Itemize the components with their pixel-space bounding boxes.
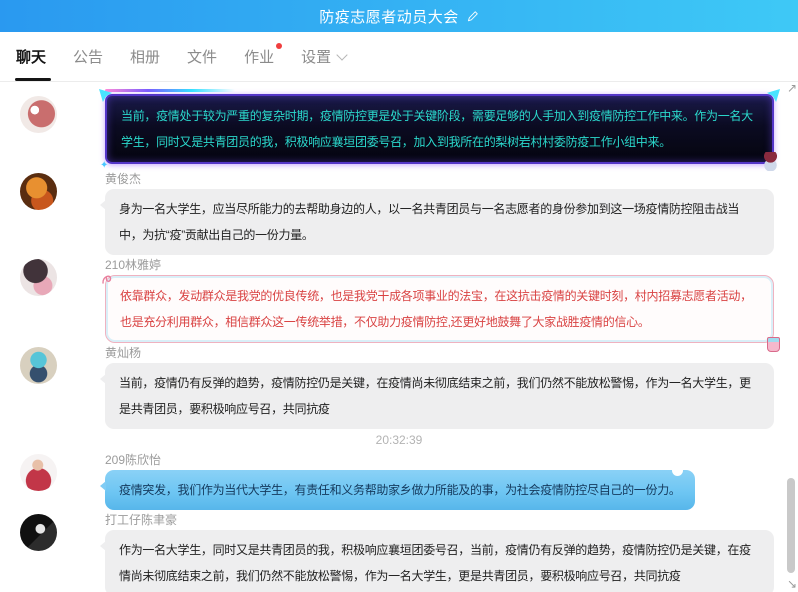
user-avatar[interactable] [20,259,57,296]
message-bubble[interactable]: 身为一名大学生，应当尽所能力的去帮助身边的人，以一名共青团员与一名志愿者的身份参… [105,189,774,255]
message-bubble[interactable]: 依靠群众，发动群众是我党的优良传统，也是我党干成各项事业的法宝，在这抗击疫情的关… [105,275,774,343]
tab-相册[interactable]: 相册 [130,32,160,81]
user-avatar[interactable] [20,454,57,491]
chat-message-row: 209陈欣怡疫情突发，我们作为当代大学生，有责任和义务帮助家乡做力所能及的事，为… [0,452,798,510]
tab-label: 公告 [73,46,103,67]
qq-group-chat-window: 防疫志愿者动员大会 聊天 公告 相册 文件 作业 设置 当前，疫情处于较为严重的复杂时期，… [0,0,798,592]
scroll-down-arrow-icon[interactable]: ↘ [787,578,797,590]
message-bubble[interactable]: 作为一名大学生，同时又是共青团员的我，积极响应襄垣团委号召，当前，疫情仍有反弹的… [105,530,774,592]
chevron-down-icon [336,49,347,60]
sparkle-icon: ✦ [100,161,108,171]
message-bubble[interactable]: 当前，疫情处于较为严重的复杂时期，疫情防控更是处于关键阶段，需要足够的人手加入到… [105,94,774,164]
message-text: 当前，疫情处于较为严重的复杂时期，疫情防控更是处于关键阶段，需要足够的人手加入到… [121,109,753,149]
user-avatar[interactable] [20,96,57,133]
anime-character-sticker [763,152,778,171]
sender-name: 打工仔陈聿豪 [105,512,774,528]
tab-文件[interactable]: 文件 [187,32,217,81]
cloud-bubble-dot [672,465,683,476]
tab-bar: 聊天 公告 相册 文件 作业 设置 [0,32,798,82]
tab-label: 文件 [187,46,217,67]
user-avatar[interactable] [20,514,57,551]
tab-label: 聊天 [16,46,46,67]
chat-message-row: 黄灿杨当前，疫情仍有反弹的趋势，疫情防控仍是关键，在疫情尚未彻底结束之前，我们仍… [0,345,798,429]
tab-公告[interactable]: 公告 [73,32,103,81]
curl-ribbon-icon [101,268,119,294]
message-bubble[interactable]: 当前，疫情仍有反弹的趋势，疫情防控仍是关键，在疫情尚未彻底结束之前，我们仍然不能… [105,363,774,429]
gradient-strip-decoration [105,89,235,92]
corner-arrow-icon [767,89,780,102]
message-text: 依靠群众，发动群众是我党的优良传统，也是我党干成各项事业的法宝，在这抗击疫情的关… [120,289,752,329]
user-avatar[interactable] [20,347,57,384]
scroll-up-arrow-icon[interactable]: ↗ [787,82,797,94]
window-header: 防疫志愿者动员大会 [0,0,798,32]
red-dot-badge [276,43,282,49]
message-text: 作为一名大学生，同时又是共青团员的我，积极响应襄垣团委号召，当前，疫情仍有反弹的… [119,543,751,583]
sender-name: 210林雅婷 [105,257,774,273]
message-text: 疫情突发，我们作为当代大学生，有责任和义务帮助家乡做力所能及的事，为社会疫情防控… [119,483,681,497]
sender-name: 黄灿杨 [105,345,774,361]
user-avatar[interactable] [20,173,57,210]
scrollbar-thumb[interactable] [787,478,795,573]
tab-设置[interactable]: 设置 [301,32,346,81]
message-text: 身为一名大学生，应当尽所能力的去帮助身边的人，以一名共青团员与一名志愿者的身份参… [119,202,739,242]
tab-作业[interactable]: 作业 [244,32,274,81]
message-text: 当前，疫情仍有反弹的趋势，疫情防控仍是关键，在疫情尚未彻底结束之前，我们仍然不能… [119,376,751,416]
group-title: 防疫志愿者动员大会 [319,6,459,27]
message-bubble[interactable]: 疫情突发，我们作为当代大学生，有责任和义务帮助家乡做力所能及的事，为社会疫情防控… [105,470,695,510]
tab-label: 相册 [130,46,160,67]
tab-聊天[interactable]: 聊天 [16,32,46,81]
chat-message-row: 当前，疫情处于较为严重的复杂时期，疫情防控更是处于关键阶段，需要足够的人手加入到… [0,94,798,164]
chat-message-row: 打工仔陈聿豪作为一名大学生，同时又是共青团员的我，积极响应襄垣团委号召，当前，疫… [0,512,798,592]
chat-message-list: 当前，疫情处于较为严重的复杂时期，疫情防控更是处于关键阶段，需要足够的人手加入到… [0,82,798,592]
tab-label: 设置 [301,46,331,67]
chat-message-row: 黄俊杰身为一名大学生，应当尽所能力的去帮助身边的人，以一名共青团员与一名志愿者的… [0,171,798,255]
edit-title-pencil-icon[interactable] [466,10,479,23]
message-timestamp: 20:32:39 [0,431,798,449]
tab-label: 作业 [244,46,274,67]
chat-message-row: 210林雅婷依靠群众，发动群众是我党的优良传统，也是我党干成各项事业的法宝，在这… [0,257,798,343]
sender-name: 黄俊杰 [105,171,774,187]
